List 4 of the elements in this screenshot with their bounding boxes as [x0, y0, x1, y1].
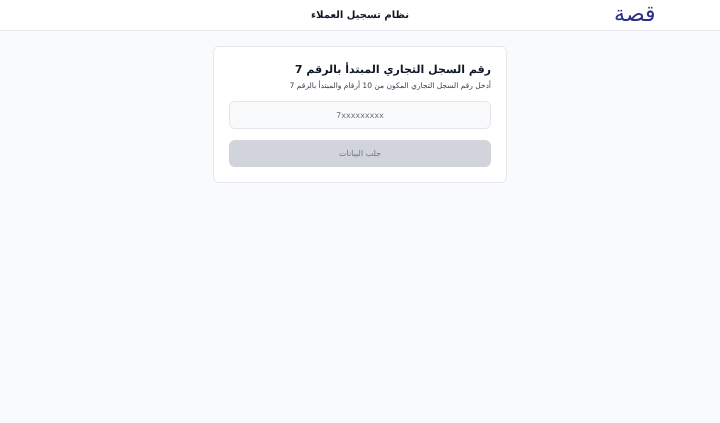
input-field[interactable]: 7xxxxxxxxx [229, 101, 491, 130]
card-title: رقم السجل التجاري المبتدأ بالرقم 7 [294, 62, 491, 78]
page-title: نظام تسجيل العملاء [311, 8, 409, 22]
logo: قصة [614, 4, 656, 26]
